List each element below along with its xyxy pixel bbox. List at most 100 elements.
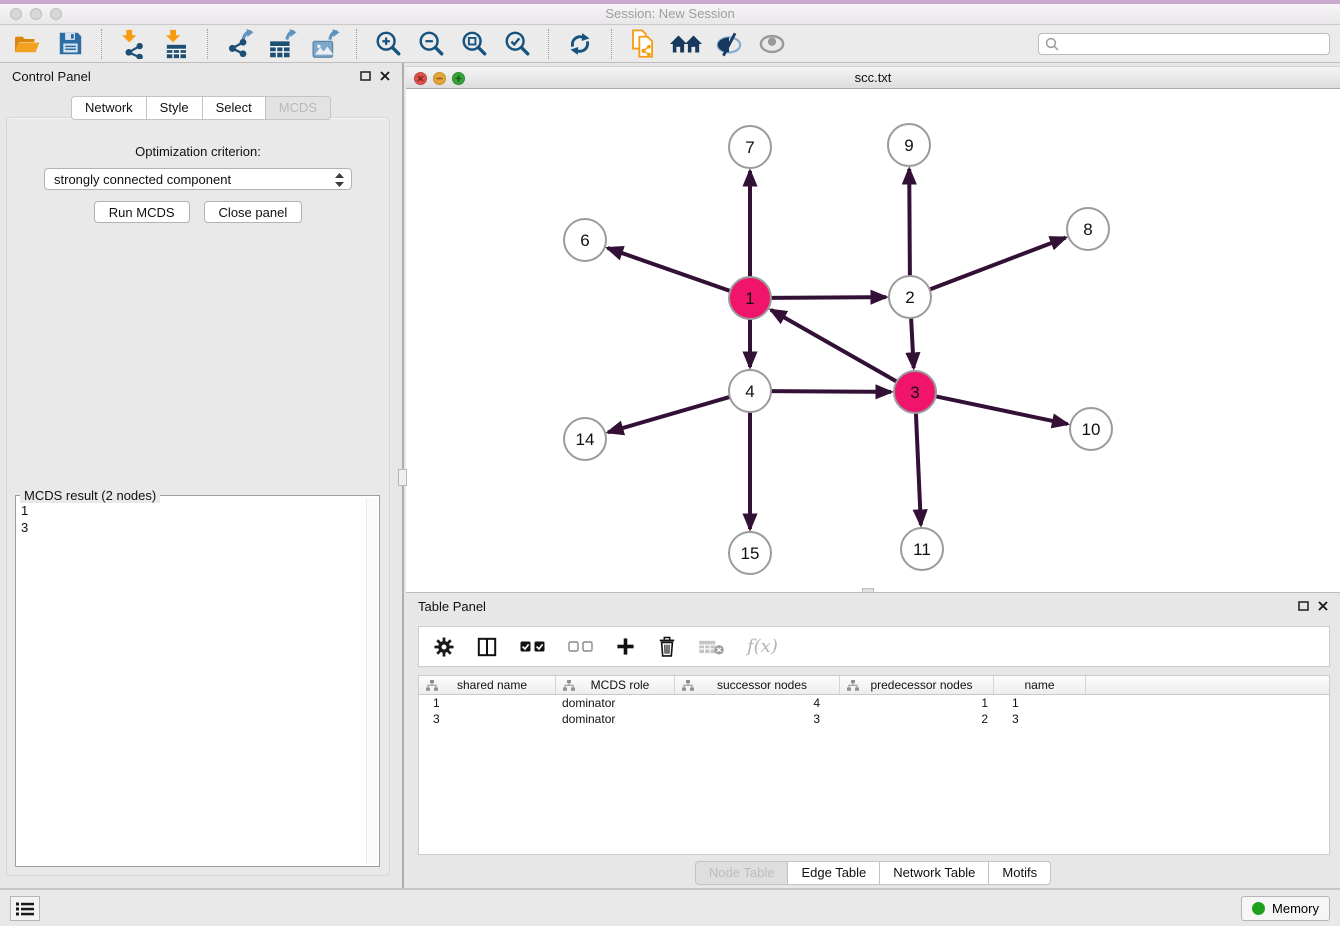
table-settings-button[interactable]	[434, 637, 454, 657]
delete-column-button[interactable]	[658, 636, 676, 657]
export-image-button[interactable]	[308, 29, 342, 59]
cell-successor-nodes[interactable]: 3	[675, 712, 840, 726]
tab-style[interactable]: Style	[146, 96, 202, 120]
network-window-titlebar: scc.txt	[406, 66, 1340, 89]
checked-box-icon	[520, 641, 531, 652]
cell-successor-nodes[interactable]: 4	[675, 696, 840, 710]
gear-icon	[434, 637, 454, 657]
function-builder-button: f(x)	[747, 636, 778, 657]
float-panel-icon[interactable]	[1298, 601, 1309, 611]
graph-node-8[interactable]: 8	[1067, 208, 1109, 250]
select-all-button[interactable]	[520, 641, 545, 652]
cell-predecessor-nodes[interactable]: 2	[840, 712, 994, 726]
tab-network[interactable]: Network	[71, 96, 146, 120]
open-folder-icon	[13, 32, 41, 56]
control-panel-tabs: Network Style Select MCDS	[0, 96, 402, 120]
cell-shared-name[interactable]: 3	[419, 712, 556, 726]
save-session-button[interactable]	[53, 29, 87, 59]
zoom-fit-button[interactable]	[457, 29, 491, 59]
import-network-button[interactable]	[116, 29, 150, 59]
graph-node-6[interactable]: 6	[564, 219, 606, 261]
graph-edge-2-8[interactable]	[930, 238, 1066, 290]
graph-node-3[interactable]: 3	[894, 371, 936, 413]
graph-node-10[interactable]: 10	[1070, 408, 1112, 450]
graph-edge-4-14[interactable]	[608, 397, 730, 432]
cell-shared-name[interactable]: 1	[419, 696, 556, 710]
first-neighbors-icon	[670, 32, 702, 56]
delete-table-button	[699, 638, 724, 655]
float-panel-icon[interactable]	[360, 71, 371, 81]
open-session-button[interactable]	[10, 29, 44, 59]
task-history-button[interactable]	[10, 896, 40, 921]
close-panel-icon[interactable]	[1318, 601, 1328, 611]
refresh-view-button[interactable]	[563, 29, 597, 59]
cell-predecessor-nodes[interactable]: 1	[840, 696, 994, 710]
zoom-fit-icon	[460, 30, 488, 58]
graph-edge-4-3[interactable]	[771, 391, 891, 392]
zoom-out-button[interactable]	[414, 29, 448, 59]
deselect-all-button[interactable]	[568, 641, 593, 652]
criterion-select[interactable]: strongly connected component	[44, 168, 352, 190]
zoom-selected-button[interactable]	[500, 29, 534, 59]
zoom-selected-icon	[503, 30, 531, 58]
toolbar-separator	[207, 29, 208, 59]
graph-node-15[interactable]: 15	[729, 532, 771, 574]
cell-mcds-role[interactable]: dominator	[556, 712, 675, 726]
table-row[interactable]: 3 dominator 3 2 3	[419, 711, 1329, 727]
close-panel-button[interactable]: Close panel	[204, 201, 303, 223]
graph-edge-2-3[interactable]	[911, 318, 914, 368]
graph-node-7[interactable]: 7	[729, 126, 771, 168]
column-header-shared-name[interactable]: shared name	[419, 676, 556, 694]
mcds-result-text[interactable]: 1 3	[21, 502, 363, 862]
column-header-successor-nodes[interactable]: successor nodes	[675, 676, 840, 694]
optimization-criterion-label: Optimization criterion:	[7, 144, 389, 159]
cell-name[interactable]: 3	[994, 712, 1086, 726]
graph-node-4[interactable]: 4	[729, 370, 771, 412]
graph-node-1[interactable]: 1	[729, 277, 771, 319]
cell-mcds-role[interactable]: dominator	[556, 696, 675, 710]
column-header-mcds-role[interactable]: MCDS role	[556, 676, 675, 694]
tab-mcds[interactable]: MCDS	[265, 96, 331, 120]
criterion-value: strongly connected component	[54, 172, 231, 187]
export-table-button[interactable]	[265, 29, 299, 59]
select-stepper-icon	[335, 173, 344, 187]
graph-node-14[interactable]: 14	[564, 418, 606, 460]
column-header-name[interactable]: name	[994, 676, 1086, 694]
control-panel-header: Control Panel	[0, 63, 402, 89]
result-scrollbar[interactable]	[366, 498, 377, 864]
graph-node-2[interactable]: 2	[889, 276, 931, 318]
graph-edge-2-9[interactable]	[909, 169, 910, 276]
table-row[interactable]: 1 dominator 4 1 1	[419, 695, 1329, 711]
mcds-result-group: MCDS result (2 nodes) 1 3	[15, 495, 380, 867]
graph-node-9[interactable]: 9	[888, 124, 930, 166]
graph-node-11[interactable]: 11	[901, 528, 943, 570]
tab-edge-table[interactable]: Edge Table	[787, 861, 879, 885]
create-column-button[interactable]	[616, 637, 635, 656]
first-neighbors-button[interactable]	[669, 29, 703, 59]
tab-network-table[interactable]: Network Table	[879, 861, 988, 885]
export-network-button[interactable]	[222, 29, 256, 59]
network-graph[interactable]: 7 9 6 8 1 2 4 3 14 10 15 11	[406, 89, 1340, 592]
sidebar-divider-handle[interactable]	[398, 469, 407, 486]
memory-button[interactable]: Memory	[1241, 896, 1330, 921]
graph-edge-3-1[interactable]	[771, 310, 897, 382]
tab-node-table[interactable]: Node Table	[695, 861, 788, 885]
graph-edge-1-2[interactable]	[771, 297, 886, 298]
run-mcds-button[interactable]: Run MCDS	[94, 201, 190, 223]
column-header-predecessor-nodes[interactable]: predecessor nodes	[840, 676, 994, 694]
search-input[interactable]	[1064, 36, 1323, 51]
import-table-button[interactable]	[159, 29, 193, 59]
show-column-panel-button[interactable]	[477, 637, 497, 657]
clone-network-button[interactable]	[626, 29, 660, 59]
graph-edge-3-11[interactable]	[916, 413, 921, 525]
graph-edge-1-6[interactable]	[608, 248, 731, 291]
graph-edge-3-10[interactable]	[936, 396, 1068, 424]
tab-motifs[interactable]: Motifs	[988, 861, 1051, 885]
zoom-in-button[interactable]	[371, 29, 405, 59]
tab-select[interactable]: Select	[202, 96, 265, 120]
show-all-button[interactable]	[755, 29, 789, 59]
hide-selected-button[interactable]	[712, 29, 746, 59]
close-panel-icon[interactable]	[380, 71, 390, 81]
cell-name[interactable]: 1	[994, 696, 1086, 710]
network-canvas[interactable]: 7 9 6 8 1 2 4 3 14 10 15 11	[406, 89, 1340, 592]
